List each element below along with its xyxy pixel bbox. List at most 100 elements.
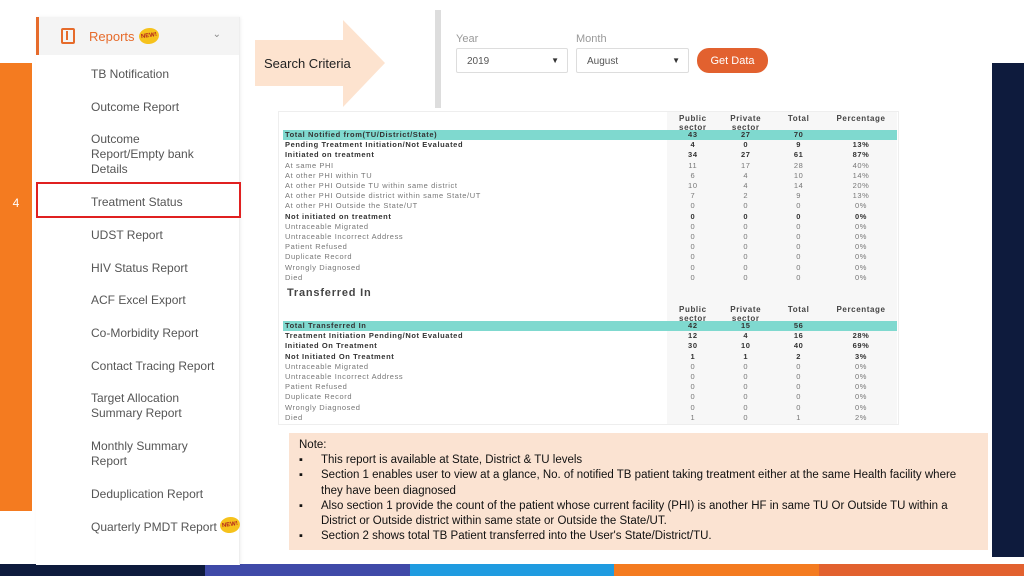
row-value: 20%	[852, 181, 870, 190]
row-value: 69%	[852, 341, 870, 351]
row-value: 27	[740, 130, 751, 139]
row-value: 0	[743, 140, 749, 150]
sidebar-item-treatment-status[interactable]: Treatment Status	[91, 195, 231, 210]
table-row: At other PHI Outside district within sam…	[283, 191, 897, 201]
table-row: At other PHI Outside the State/UT 0 0 0 0%	[283, 201, 897, 211]
row-value	[825, 130, 897, 140]
note-item: Section 2 shows total TB Patient transfe…	[299, 529, 978, 545]
row-value: 0	[743, 242, 749, 252]
step-number: 4	[12, 196, 20, 210]
reports-sidebar: Reports NEW! ⌄ TB Notification Outcome R…	[36, 17, 242, 565]
row-value: 9	[796, 191, 802, 201]
row-value: 0	[796, 232, 802, 241]
row-label: Died	[285, 412, 303, 422]
row-label: Not Initiated On Treatment	[285, 351, 395, 361]
row-value: 0	[796, 242, 802, 252]
row-value: 16	[793, 331, 804, 341]
sidebar-item-tb-notification[interactable]: TB Notification	[91, 67, 231, 82]
row-label: At other PHI Outside TU within same dist…	[285, 181, 458, 190]
table-row: Total Transferred In 42 15 56	[283, 321, 897, 331]
note-title: Note:	[299, 439, 327, 451]
year-select[interactable]: 2019 ▼	[456, 48, 568, 73]
table-row: Patient Refused 0 0 0 0%	[283, 242, 897, 252]
row-value: 0%	[855, 242, 868, 252]
col-public: Public sector	[679, 305, 707, 323]
sidebar-item-outcome-report[interactable]: Outcome Report	[91, 100, 231, 115]
row-value: 1	[743, 351, 749, 361]
row-label: Untraceable Incorrect Address	[285, 372, 404, 381]
row-value: 70	[793, 130, 804, 139]
row-value: 0	[796, 252, 802, 262]
row-value: 10	[740, 341, 751, 351]
row-label: Total Notified from(TU/District/State)	[285, 130, 438, 139]
section2-header: Public sector Private sector Total Perce…	[283, 305, 897, 323]
col-total: Total	[787, 114, 810, 123]
row-value: 0	[690, 392, 696, 402]
sidebar-item-outcome-empty-bank[interactable]: Outcome Report/Empty bank Details	[91, 132, 209, 177]
row-value: 0%	[855, 402, 868, 412]
row-value: 0	[743, 262, 749, 272]
row-value: 0	[743, 221, 749, 231]
bottom-color-bar	[0, 564, 1024, 576]
row-label: Untraceable Migrated	[285, 221, 369, 231]
row-value: 0	[796, 272, 802, 282]
sidebar-item-acf-export[interactable]: ACF Excel Export	[91, 293, 231, 308]
row-value: 2	[743, 191, 749, 201]
note-item: This report is available at State, Distr…	[299, 453, 978, 469]
table-row: At same PHI 11 17 28 40%	[283, 161, 897, 171]
reports-menu-header[interactable]: Reports NEW! ⌄	[36, 17, 239, 55]
table-row: Treatment Initiation Pending/Not Evaluat…	[283, 331, 897, 341]
sidebar-item-deduplication[interactable]: Deduplication Report	[91, 487, 231, 502]
sidebar-item-contact-tracing[interactable]: Contact Tracing Report	[91, 359, 231, 374]
row-value: 12	[688, 331, 698, 341]
sidebar-item-quarterly-pmdt[interactable]: Quarterly PMDT Report	[91, 520, 219, 535]
row-value: 0	[796, 221, 802, 231]
row-label: Patient Refused	[285, 242, 348, 252]
bottom-bar-segment	[614, 564, 820, 576]
month-select[interactable]: August ▼	[576, 48, 689, 73]
row-value: 0	[796, 361, 802, 371]
sidebar-item-udst-report[interactable]: UDST Report	[91, 228, 231, 243]
row-value: 0%	[855, 252, 868, 262]
bottom-bar-segment	[409, 564, 615, 576]
row-value: 10	[688, 181, 698, 190]
new-badge: NEW!	[137, 26, 160, 46]
row-value: 1	[690, 351, 696, 361]
row-value: 13%	[852, 191, 870, 201]
row-label: Died	[285, 272, 303, 282]
row-value: 0	[796, 211, 802, 221]
row-label: Initiated on treatment	[285, 150, 375, 160]
row-value: 0	[690, 372, 696, 381]
col-public: Public sector	[679, 114, 707, 132]
bottom-bar-segment	[0, 564, 205, 576]
table-row: Not initiated on treatment 0 0 0 0%	[283, 212, 897, 222]
row-value: 13%	[852, 140, 870, 150]
row-value: 0	[690, 272, 696, 282]
row-value: 0%	[855, 372, 868, 381]
row-value: 6	[690, 170, 696, 180]
table-row: Initiated On Treatment 30 10 40 69%	[283, 341, 897, 351]
row-value: 2%	[855, 412, 868, 422]
row-value: 42	[688, 321, 698, 330]
table-row: Duplicate Record 0 0 0 0%	[283, 252, 897, 262]
table-row: Wrongly Diagnosed 0 0 0 0%	[283, 403, 897, 413]
sidebar-item-target-allocation[interactable]: Target Allocation Summary Report	[91, 391, 201, 421]
sidebar-item-monthly-summary[interactable]: Monthly Summary Report	[91, 439, 201, 469]
row-value: 28	[793, 160, 804, 170]
row-value: 0	[796, 201, 802, 211]
row-label: Total Transferred In	[285, 321, 367, 330]
sidebar-item-co-morbidity[interactable]: Co-Morbidity Report	[91, 326, 231, 341]
row-value: 0%	[855, 232, 868, 241]
row-label: Initiated On Treatment	[285, 341, 378, 351]
sidebar-item-hiv-status[interactable]: HIV Status Report	[91, 261, 231, 276]
dropdown-arrow-icon: ▼	[551, 56, 559, 65]
get-data-button[interactable]: Get Data	[697, 48, 768, 73]
table-row: Patient Refused 0 0 0 0%	[283, 382, 897, 392]
year-value: 2019	[467, 56, 490, 67]
table-row: Untraceable Incorrect Address 0 0 0 0%	[283, 232, 897, 242]
row-value: 0%	[855, 262, 868, 272]
chevron-down-icon[interactable]: ⌄	[213, 29, 221, 40]
row-label: At other PHI Outside district within sam…	[285, 191, 481, 201]
transferred-in-title: Transferred In	[287, 287, 372, 299]
row-value: 0	[743, 201, 749, 211]
